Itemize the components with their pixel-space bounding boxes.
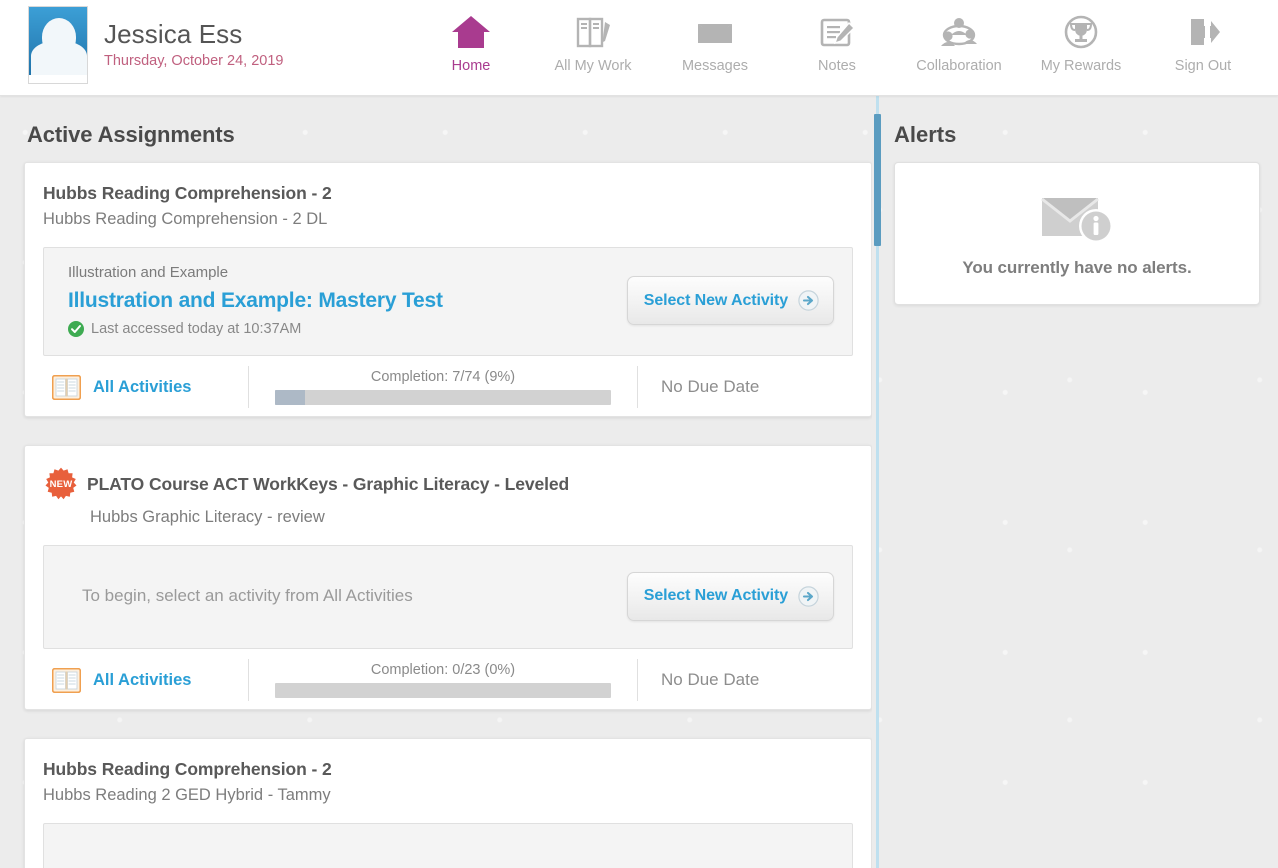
due-date: No Due Date [661,670,760,689]
activity-status-row: Last accessed today at 10:37AM [68,321,627,337]
select-new-activity-button[interactable]: Select New Activity [626,276,834,325]
people-network-icon [898,10,1020,54]
activity-kicker: Illustration and Example [68,264,229,281]
page-content: Active Assignments Hubbs Reading Compreh… [0,96,1278,868]
nav-item-all-my-work[interactable]: All My Work [532,10,654,74]
completion-label: Completion: 0/23 (0%) [370,662,516,678]
user-block: Jessica Ess Thursday, October 24, 2019 [0,0,410,84]
current-activity-panel: Illustration and Example Illustration an… [43,247,853,356]
card-title-row: Hubbs Reading Comprehension - 2 [43,183,853,204]
avatar-base [29,75,87,83]
envelope-info-icon [1036,190,1118,244]
completion-block: Completion: 0/23 (0%) [249,651,637,709]
current-activity-panel [43,823,853,868]
sign-out-icon [1142,10,1264,54]
assignment-card[interactable]: Hubbs Reading Comprehension - 2 Hubbs Re… [24,162,872,417]
page-title: Active Assignments [27,122,235,147]
completion-block: Completion: 7/74 (9%) [249,358,637,416]
current-activity-info: To begin, select an activity from All Ac… [68,586,627,606]
envelope-icon [654,10,776,54]
progress-bar [275,390,611,405]
current-activity-panel: To begin, select an activity from All Ac… [43,545,853,649]
card-footer: All Activities Completion: 7/74 (9%) No … [43,358,853,416]
nav-label-messages: Messages [681,58,749,74]
assignment-subtitle: Hubbs Reading 2 GED Hybrid - Tammy [43,786,331,804]
activity-link[interactable]: Illustration and Example: Mastery Test [68,289,627,313]
activity-status-text: Last accessed today at 10:37AM [91,321,302,337]
nav-item-sign-out[interactable]: Sign Out [1142,10,1264,74]
alerts-column: Alerts You currently have no alerts. [884,96,1278,868]
nav-label-my-rewards: My Rewards [1040,58,1122,74]
arrow-right-icon [798,290,819,311]
trophy-icon [1020,10,1142,54]
user-name: Jessica Ess [104,19,243,50]
nav-label-all-my-work: All My Work [554,58,632,74]
current-date: Thursday, October 24, 2019 [104,53,284,70]
due-date: No Due Date [661,377,760,396]
empty-activity-prompt: To begin, select an activity from All Ac… [82,586,413,605]
open-book-icon [51,667,82,693]
card-footer: All Activities Completion: 0/23 (0%) No … [43,651,853,709]
alerts-empty-card: You currently have no alerts. [894,162,1260,305]
new-badge: NEW [43,466,79,502]
current-activity-info: Illustration and Example Illustration an… [68,264,627,337]
nav-label-home: Home [451,58,491,74]
alerts-empty-text: You currently have no alerts. [962,257,1192,277]
home-icon [410,10,532,54]
nav-item-messages[interactable]: Messages [654,10,776,74]
all-activities-label: All Activities [93,377,192,396]
assignment-title: PLATO Course ACT WorkKeys - Graphic Lite… [87,473,570,494]
card-title-row: Hubbs Reading Comprehension - 2 [43,759,853,780]
completion-label: Completion: 7/74 (9%) [370,369,516,385]
card-title-row: NEW PLATO Course ACT WorkKeys - Graphic … [43,466,853,502]
assignment-subtitle: Hubbs Reading Comprehension - 2 DL [43,210,328,228]
nav-label-sign-out: Sign Out [1174,58,1232,74]
arrow-right-icon [798,585,819,607]
assignment-subtitle: Hubbs Graphic Literacy - review [90,508,325,526]
select-new-activity-button[interactable]: Select New Activity [626,571,834,621]
books-pencil-icon [532,10,654,54]
green-check-icon [68,321,84,337]
all-activities-button[interactable]: All Activities [43,358,248,416]
assignment-title: Hubbs Reading Comprehension - 2 [43,759,332,779]
scrollbar-thumb[interactable] [874,114,881,246]
nav-item-collaboration[interactable]: Collaboration [898,10,1020,74]
main-nav: Home All My Work Messages Notes Collabor… [410,0,1278,74]
avatar [28,6,88,84]
alerts-title: Alerts [894,122,957,147]
assignments-column: Active Assignments Hubbs Reading Compreh… [0,96,872,868]
note-pencil-icon [776,10,898,54]
select-new-activity-label: Select New Activity [643,587,788,604]
progress-fill [275,390,306,405]
avatar-shoulders [31,41,87,75]
user-text: Jessica Ess Thursday, October 24, 2019 [104,19,284,70]
assignment-card[interactable]: NEW PLATO Course ACT WorkKeys - Graphic … [24,445,872,710]
new-badge-text: NEW [49,478,73,490]
nav-item-home[interactable]: Home [410,10,532,74]
all-activities-button[interactable]: All Activities [43,651,248,709]
assignment-card[interactable]: Hubbs Reading Comprehension - 2 Hubbs Re… [24,738,872,868]
assignment-title: Hubbs Reading Comprehension - 2 [43,183,332,203]
select-new-activity-label: Select New Activity [643,291,788,309]
nav-label-collaboration: Collaboration [916,58,1002,74]
nav-item-notes[interactable]: Notes [776,10,898,74]
content-scrollbar[interactable] [874,96,881,868]
nav-item-my-rewards[interactable]: My Rewards [1020,10,1142,74]
nav-label-notes: Notes [818,58,856,74]
all-activities-label: All Activities [93,670,192,689]
progress-bar [275,683,611,698]
app-header: Jessica Ess Thursday, October 24, 2019 H… [0,0,1278,96]
open-book-icon [51,374,82,400]
